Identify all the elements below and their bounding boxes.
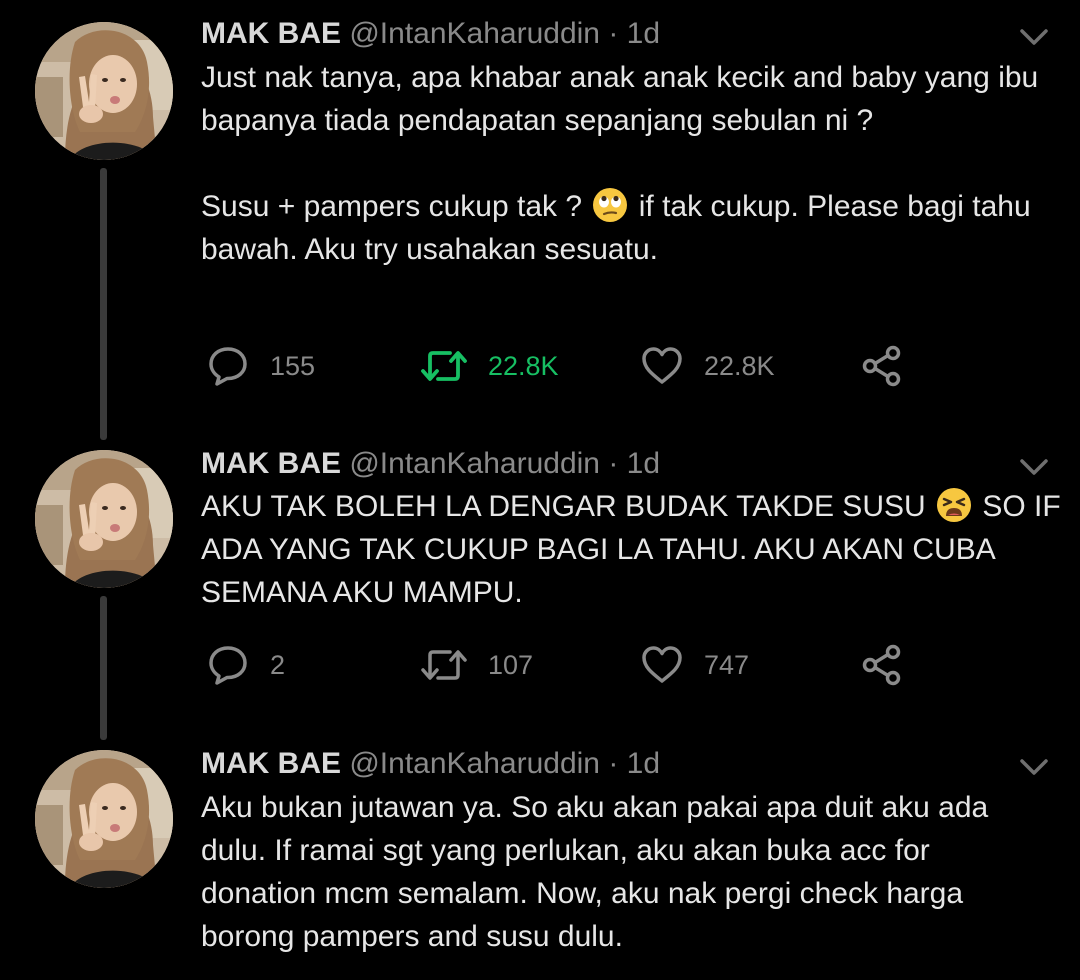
avatar[interactable] — [35, 22, 173, 160]
retweet-button[interactable]: 107 — [420, 643, 533, 687]
avatar[interactable] — [35, 750, 173, 888]
tweet-header: MAK BAE @IntanKaharuddin · 1d — [201, 16, 660, 52]
chevron-down-icon[interactable] — [1018, 756, 1050, 778]
heart-icon — [640, 344, 684, 388]
tweet-text-segment: AKU TAK BOLEH LA DENGAR BUDAK TAKDE SUSU — [201, 490, 926, 523]
separator-dot: · — [608, 17, 619, 50]
chevron-down-icon[interactable] — [1018, 456, 1050, 478]
face-with-rolling-eyes-icon — [592, 187, 628, 223]
tweet-paragraph: Susu + pampers cukup tak ? if tak cukup.… — [201, 185, 1061, 271]
retweet-icon — [421, 351, 467, 381]
tweet-paragraph: Aku bukan jutawan ya. So aku akan pakai … — [201, 791, 989, 953]
heart-icon — [640, 643, 684, 687]
display-name[interactable]: MAK BAE — [201, 447, 341, 480]
share-icon — [860, 643, 904, 687]
retweet-count: 22.8K — [488, 350, 559, 381]
retweet-count: 107 — [488, 649, 534, 680]
user-handle[interactable]: @IntanKaharuddin — [349, 17, 600, 50]
tweet-actions: 2 107 747 — [0, 643, 1080, 687]
avatar[interactable] — [35, 450, 173, 588]
reply-icon — [206, 344, 250, 388]
reply-button[interactable]: 155 — [206, 344, 315, 388]
reply-button[interactable]: 2 — [206, 643, 285, 687]
display-name[interactable]: MAK BAE — [201, 17, 341, 50]
tweet[interactable]: MAK BAE @IntanKaharuddin · 1d Just nak t… — [0, 0, 1080, 440]
tweet-header: MAK BAE @IntanKaharuddin · 1d — [201, 446, 660, 482]
share-button[interactable] — [860, 643, 904, 687]
chevron-down-icon[interactable] — [1018, 26, 1050, 48]
like-count: 747 — [704, 649, 750, 680]
like-count: 22.8K — [704, 350, 775, 381]
weary-face-icon — [936, 487, 972, 523]
display-name[interactable]: MAK BAE — [201, 747, 341, 780]
share-button[interactable] — [860, 344, 904, 388]
share-icon — [860, 344, 904, 388]
tweet-paragraph: AKU TAK BOLEH LA DENGAR BUDAK TAKDE SUSU… — [201, 485, 1061, 614]
timestamp[interactable]: 1d — [627, 747, 660, 780]
timestamp[interactable]: 1d — [627, 17, 660, 50]
like-button[interactable]: 22.8K — [640, 344, 775, 388]
tweet-paragraph: Just nak tanya, apa khabar anak anak kec… — [201, 61, 1039, 137]
like-button[interactable]: 747 — [640, 643, 749, 687]
separator-dot: · — [608, 447, 619, 480]
tweet-text-segment: Susu + pampers cukup tak ? — [201, 190, 583, 223]
reply-icon — [206, 643, 250, 687]
timestamp[interactable]: 1d — [627, 447, 660, 480]
retweet-icon — [421, 650, 467, 680]
tweet[interactable]: MAK BAE @IntanKaharuddin · 1d Aku bukan … — [0, 740, 1080, 980]
tweet-text: Aku bukan jutawan ya. So aku akan pakai … — [201, 786, 1041, 958]
tweet-actions: 155 22.8K 22.8K — [0, 344, 1080, 388]
reply-count: 155 — [270, 350, 316, 381]
thread-line — [100, 168, 107, 440]
user-handle[interactable]: @IntanKaharuddin — [349, 747, 600, 780]
user-handle[interactable]: @IntanKaharuddin — [349, 447, 600, 480]
separator-dot: · — [608, 747, 619, 780]
reply-count: 2 — [270, 649, 286, 680]
tweet-text: AKU TAK BOLEH LA DENGAR BUDAK TAKDE SUSU… — [201, 485, 1061, 614]
tweet[interactable]: MAK BAE @IntanKaharuddin · 1d AKU TAK BO… — [0, 440, 1080, 740]
retweet-button[interactable]: 22.8K — [420, 344, 559, 388]
tweet-header: MAK BAE @IntanKaharuddin · 1d — [201, 746, 660, 782]
tweet-text: Just nak tanya, apa khabar anak anak kec… — [201, 56, 1061, 271]
